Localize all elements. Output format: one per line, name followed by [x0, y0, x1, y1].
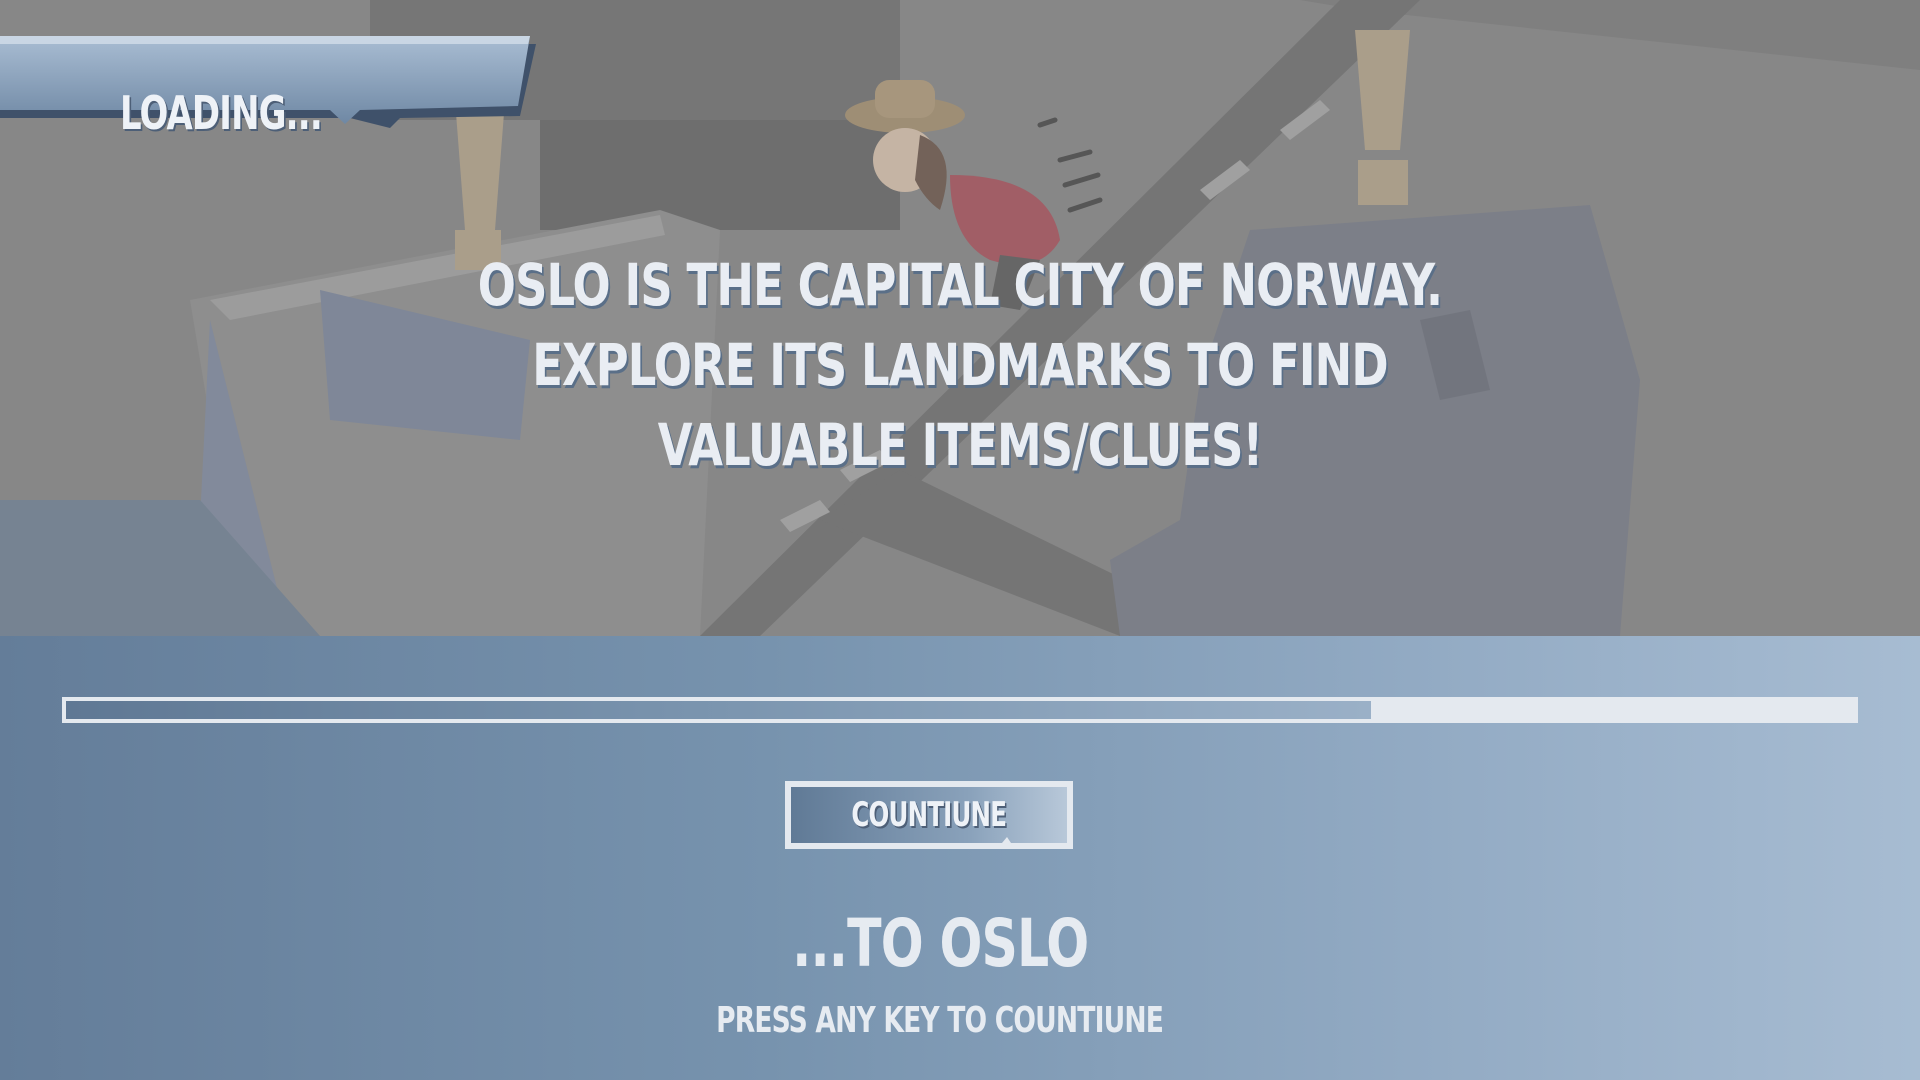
- loading-label: LOADING...: [120, 86, 323, 140]
- loading-banner: LOADING...: [0, 36, 540, 140]
- tip-line: VALUABLE ITEMS/CLUES!: [657, 411, 1263, 479]
- loading-tip-text: OSLO IS THE CAPITAL CITY OF NORWAY. EXPL…: [360, 245, 1560, 485]
- loading-progress-bar: [62, 697, 1858, 723]
- continue-button-label: COUNTIUNE: [851, 795, 1008, 835]
- button-notch-decoration: [997, 837, 1027, 849]
- tip-line: EXPLORE ITS LANDMARKS TO FIND: [532, 331, 1388, 399]
- press-any-key-hint: PRESS ANY KEY TO COUNTIUNE: [716, 1000, 1164, 1041]
- progress-fill: [66, 701, 1372, 719]
- continue-button[interactable]: COUNTIUNE: [785, 781, 1073, 849]
- tip-line: OSLO IS THE CAPITAL CITY OF NORWAY.: [477, 251, 1443, 319]
- destination-title: ...TO OSLO: [791, 905, 1089, 982]
